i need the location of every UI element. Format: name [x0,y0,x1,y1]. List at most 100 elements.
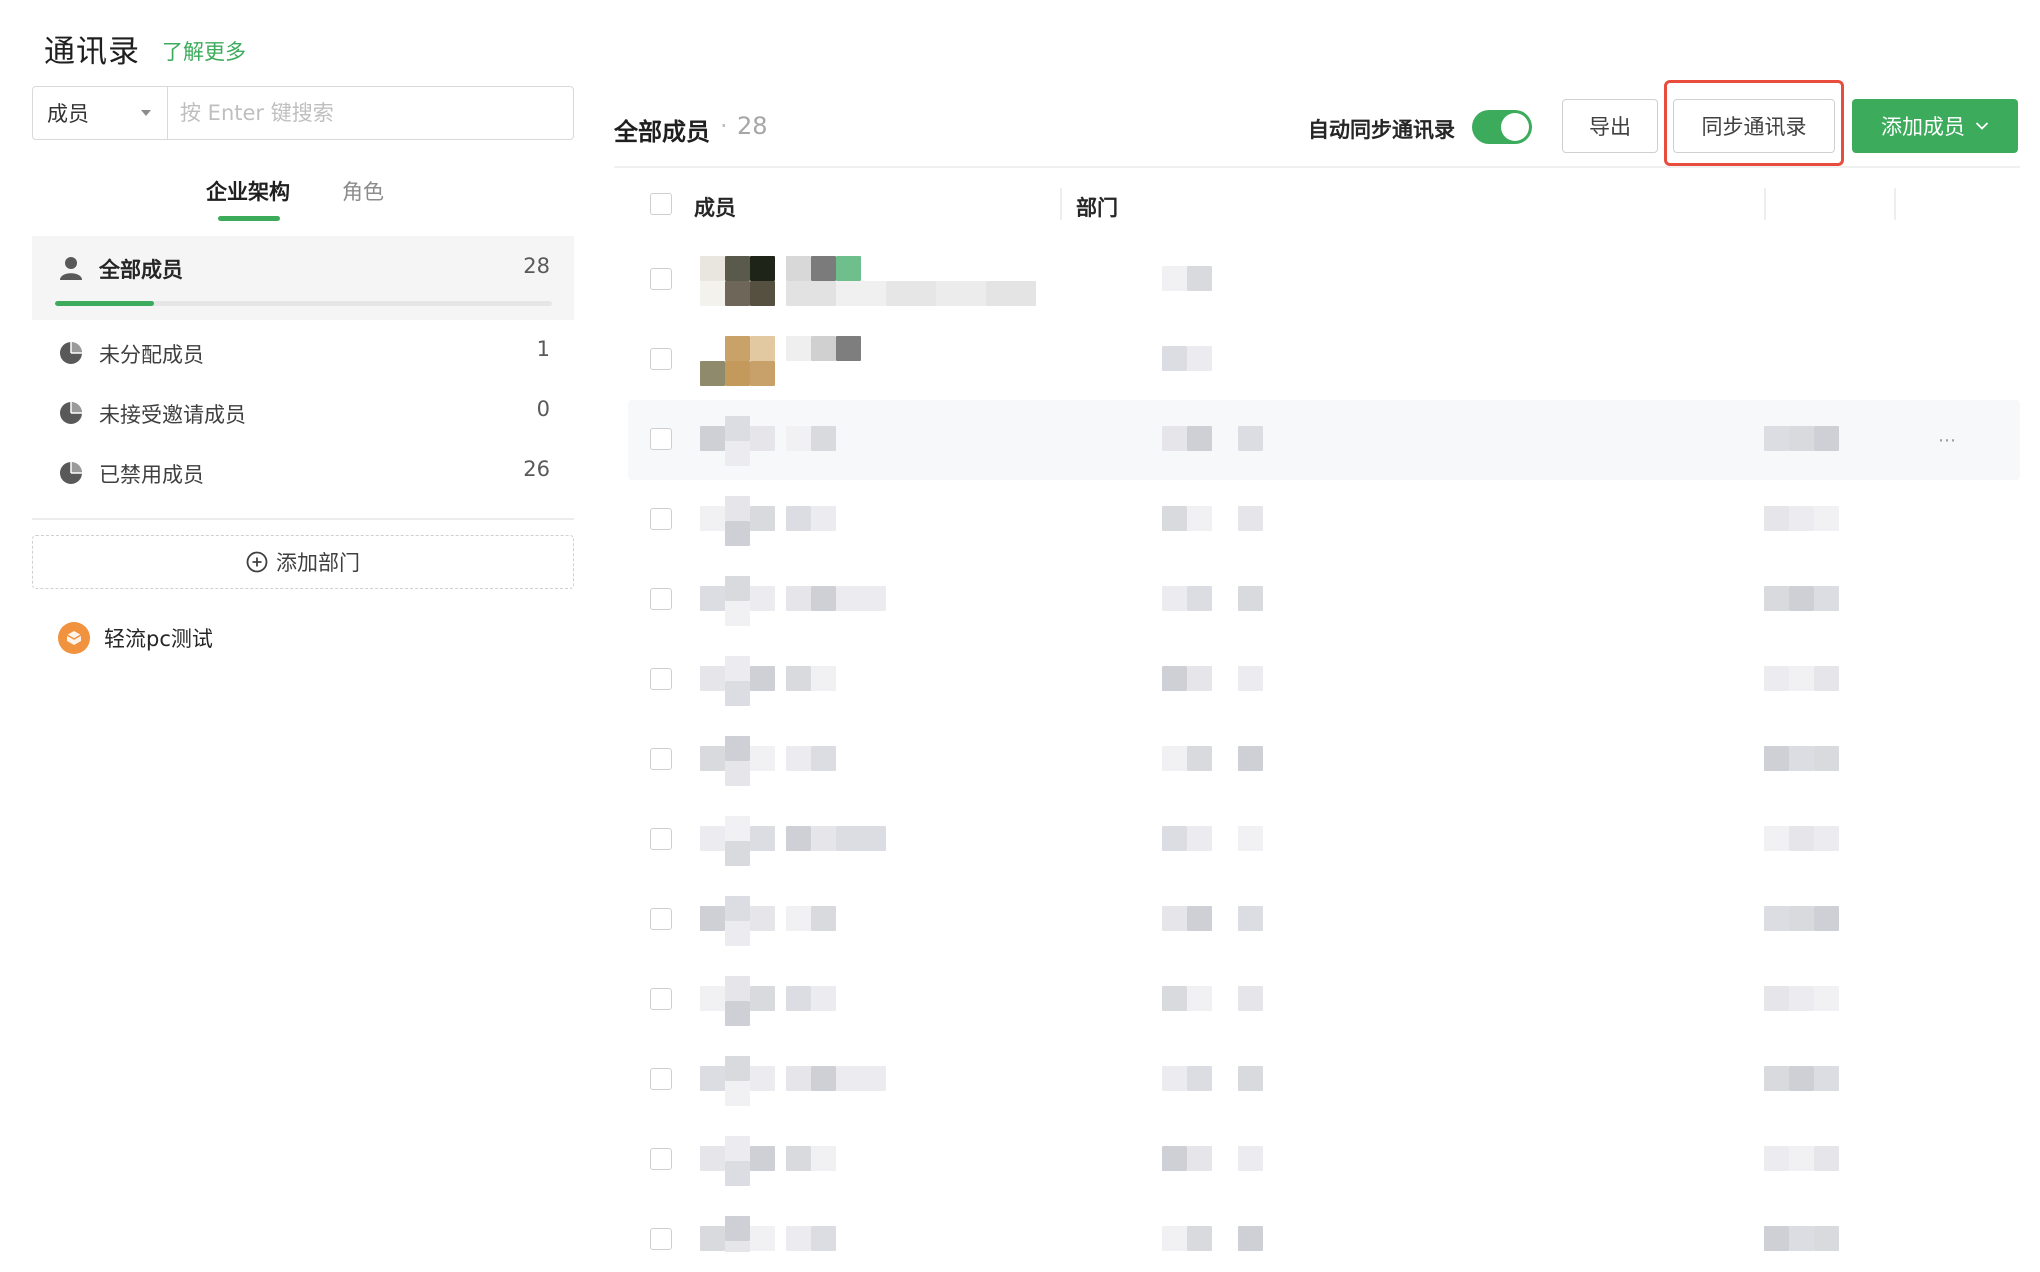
row-checkbox[interactable] [650,588,672,610]
row-checkbox[interactable] [650,908,672,930]
row-checkbox[interactable] [650,1068,672,1090]
avatar-blur [750,336,775,361]
table-row[interactable] [614,880,2020,960]
table-row[interactable] [614,720,2020,800]
extra-column-blur [1789,1066,1814,1091]
department-blur [1162,346,1187,371]
row-checkbox[interactable] [650,428,672,450]
department-blur [1162,826,1187,851]
table-row[interactable] [614,1200,2020,1252]
table-row[interactable] [614,240,2020,320]
department-blur [1162,906,1187,931]
extra-column-blur [1789,506,1814,531]
status-item-label: 未分配成员 [99,343,204,367]
member-name-blur [811,256,836,281]
department-blur [1162,1066,1187,1091]
table-row[interactable] [614,320,2020,400]
avatar-blur [750,1066,775,1091]
extra-column-blur [1814,586,1839,611]
avatar-blur [700,256,725,281]
pie-chart-icon [60,462,82,484]
department-blur [1187,506,1212,531]
add-department-button[interactable]: 添加部门 [32,535,574,589]
more-icon[interactable]: ⋯ [1938,430,1956,451]
member-name-blur [786,666,811,691]
pie-chart-icon [60,402,82,424]
row-checkbox[interactable] [650,988,672,1010]
group-all-members[interactable]: 全部成员 28 [32,236,574,320]
sync-contacts-button[interactable]: 同步通讯录 [1673,99,1835,153]
avatar-blur [700,361,725,386]
row-checkbox[interactable] [650,1228,672,1250]
avatar-blur [700,1146,725,1171]
auto-sync-toggle[interactable] [1472,110,1532,144]
row-checkbox[interactable] [650,268,672,290]
tab-roles[interactable]: 角色 [342,176,384,206]
learn-more-link[interactable]: 了解更多 [162,36,246,66]
extra-column-blur [1789,746,1814,771]
member-name-blur [786,746,811,771]
member-name-blur [811,336,836,361]
department-blur [1162,1226,1187,1251]
status-group-list: 未分配成员 1 未接受邀请成员 0 已禁用成员 26 [32,323,574,503]
extra-column-blur [1789,666,1814,691]
table-row[interactable] [614,960,2020,1040]
row-checkbox[interactable] [650,828,672,850]
avatar-blur [725,336,750,361]
table-row[interactable] [614,1040,2020,1120]
member-name-blur [786,986,811,1011]
extra-column-blur [1764,506,1789,531]
select-all-checkbox[interactable] [650,193,672,215]
avatar-blur [725,1136,750,1161]
table-row[interactable] [614,560,2020,640]
search-input[interactable] [168,87,573,139]
add-member-button[interactable]: 添加成员 [1852,99,2018,153]
export-button-label: 导出 [1589,115,1631,139]
extra-column-blur [1814,1146,1839,1171]
row-checkbox[interactable] [650,348,672,370]
avatar-blur [750,666,775,691]
org-tree-item[interactable]: 轻流pc测试 [58,618,213,658]
avatar-blur [700,426,725,451]
export-button[interactable]: 导出 [1562,99,1658,153]
table-row[interactable]: ⋯ [614,400,2020,480]
member-count: 28 [737,112,768,140]
member-name-blur [811,826,836,851]
row-checkbox[interactable] [650,668,672,690]
table-row[interactable] [614,800,2020,880]
column-separator [1894,188,1896,220]
row-checkbox[interactable] [650,748,672,770]
column-header-member: 成员 [694,196,736,220]
department-blur [1238,986,1263,1011]
tab-org-structure[interactable]: 企业架构 [206,176,290,206]
member-name-blur [811,986,836,1011]
member-name-blur [811,426,836,451]
avatar-blur [725,1216,750,1241]
avatar-blur [725,521,750,546]
avatar-blur [750,986,775,1011]
table-row[interactable] [614,1120,2020,1200]
avatar-blur [725,576,750,601]
row-checkbox[interactable] [650,1148,672,1170]
avatar-blur [725,441,750,466]
avatar-blur [725,841,750,866]
table-row[interactable] [614,480,2020,560]
extra-column-blur [1814,426,1839,451]
avatar-blur [700,986,725,1011]
member-name-blur [786,1066,811,1091]
structure-tabs: 企业架构 角色 [32,172,574,224]
row-checkbox[interactable] [650,508,672,530]
status-item-disabled[interactable]: 已禁用成员 26 [32,443,574,503]
avatar-blur [700,906,725,931]
department-blur [1162,1146,1187,1171]
status-item-pending-invite[interactable]: 未接受邀请成员 0 [32,383,574,443]
member-name-blur [811,1146,836,1171]
extra-column-blur [1814,986,1839,1011]
department-blur [1187,586,1212,611]
search-scope-select[interactable]: 成员 [33,87,168,139]
table-row[interactable] [614,640,2020,720]
status-item-unassigned[interactable]: 未分配成员 1 [32,323,574,383]
department-blur [1187,986,1212,1011]
extra-column-blur [1764,906,1789,931]
department-blur [1187,266,1212,291]
